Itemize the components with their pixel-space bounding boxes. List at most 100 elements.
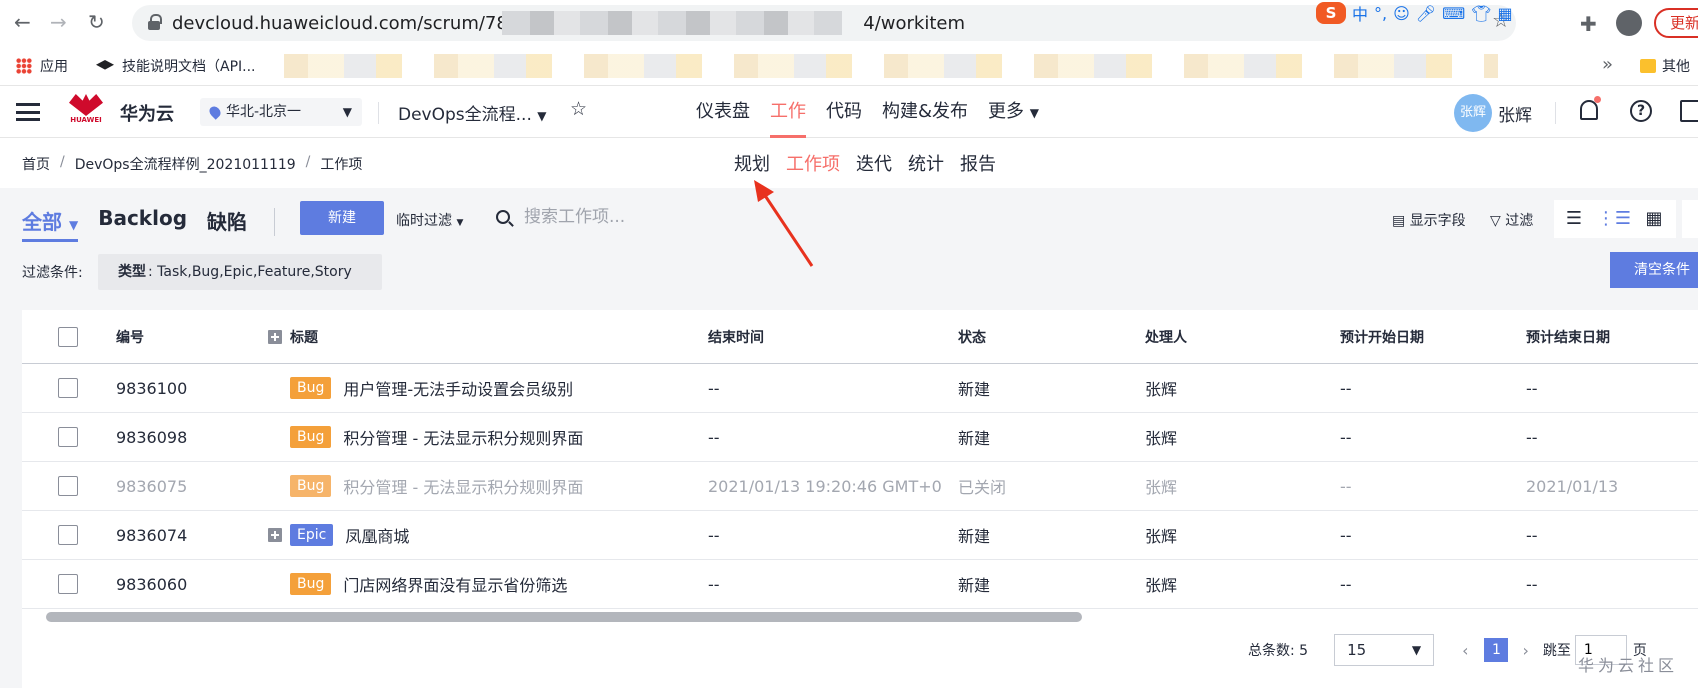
owner-name[interactable]: 张辉 xyxy=(1145,462,1177,510)
url-field[interactable]: devcloud.huaweicloud.com/scrum/780 4/work… xyxy=(132,5,1516,41)
nav-build-release[interactable]: 构建&发布 xyxy=(882,86,968,138)
tab-statistics[interactable]: 统计 xyxy=(908,150,944,176)
workitem-id[interactable]: 9836100 xyxy=(116,364,187,412)
workitem-id[interactable]: 9836098 xyxy=(116,413,187,461)
new-workitem-button[interactable]: 新建 xyxy=(300,201,384,235)
nav-dashboard[interactable]: 仪表盘 xyxy=(696,86,750,138)
status-text[interactable]: 新建 xyxy=(958,364,990,412)
tab-workitem[interactable]: 工作项 xyxy=(786,150,840,176)
column-owner[interactable]: 处理人 xyxy=(1145,310,1187,363)
tab-defects[interactable]: 缺陷 xyxy=(207,206,247,242)
tab-all[interactable]: 全部 ▼ xyxy=(22,206,79,242)
huawei-logo[interactable]: HUAWEI xyxy=(66,94,106,130)
profile-icon[interactable] xyxy=(1616,10,1642,36)
brand-name[interactable]: 华为云 xyxy=(120,100,174,126)
search-input[interactable] xyxy=(524,202,764,232)
prev-page-icon[interactable]: ‹ xyxy=(1462,641,1468,660)
bell-icon[interactable] xyxy=(1580,100,1598,120)
tab-planning[interactable]: 规划 xyxy=(734,150,770,176)
expand-icon[interactable] xyxy=(268,528,282,542)
hamburger-menu-icon[interactable] xyxy=(16,103,40,121)
filter-button[interactable]: ▽ 过滤 xyxy=(1490,210,1533,230)
row-checkbox[interactable] xyxy=(58,525,78,545)
nav-work[interactable]: 工作 xyxy=(770,86,806,138)
horizontal-scrollbar[interactable] xyxy=(46,612,1082,622)
row-checkbox[interactable] xyxy=(58,378,78,398)
page-size-select[interactable]: 15 ▼ xyxy=(1334,634,1435,666)
workitem-title[interactable]: 积分管理 - 无法显示积分规则界面 xyxy=(343,474,583,498)
extensions-puzzle-icon[interactable]: ✚ xyxy=(1580,12,1597,36)
workitem-title-cell[interactable]: Bug 门店网络界面没有显示省份筛选 xyxy=(268,560,567,608)
status-text[interactable]: 新建 xyxy=(958,560,990,608)
tree-view-icon[interactable]: ⋮☰ xyxy=(1594,200,1634,238)
owner-name[interactable]: 张辉 xyxy=(1145,364,1177,412)
keyboard-icon[interactable]: ⌨ xyxy=(1442,4,1465,23)
forward-icon[interactable]: → xyxy=(50,10,67,34)
filter-chip[interactable]: 类型: Task,Bug,Epic,Feature,Story xyxy=(98,254,382,290)
column-status[interactable]: 状态 xyxy=(958,310,986,363)
other-bookmarks[interactable]: 其他 xyxy=(1640,56,1690,76)
select-all-checkbox[interactable] xyxy=(58,326,78,347)
temp-filter-dropdown[interactable]: 临时过滤 ▼ xyxy=(396,210,463,230)
browser-update-button[interactable]: 更新 xyxy=(1654,8,1698,38)
owner-name[interactable]: 张辉 xyxy=(1145,511,1177,559)
console-icon[interactable] xyxy=(1680,100,1698,122)
bookmark-apps[interactable]: 应用 xyxy=(16,56,68,76)
workitem-id[interactable]: 9836075 xyxy=(116,462,187,510)
tab-iteration[interactable]: 迭代 xyxy=(856,150,892,176)
bookmark-doc[interactable]: 技能说明文档（API... xyxy=(96,56,256,76)
workitem-title-cell[interactable]: Epic 凤凰商城 xyxy=(268,511,409,559)
column-id[interactable]: 编号 xyxy=(116,310,144,363)
column-plan-end[interactable]: 预计结束日期 xyxy=(1526,310,1610,363)
favorite-star-icon[interactable]: ☆ xyxy=(570,98,587,120)
status-text[interactable]: 已关闭 xyxy=(958,462,1006,510)
avatar[interactable]: 张辉 xyxy=(1454,94,1492,132)
help-icon[interactable]: ? xyxy=(1630,100,1652,122)
card-view-icon[interactable]: ▦ xyxy=(1634,200,1674,238)
user-name[interactable]: 张辉 xyxy=(1498,101,1532,126)
tshirt-icon[interactable]: 👕︎ xyxy=(1471,4,1491,23)
page-1-button[interactable]: 1 xyxy=(1484,638,1509,662)
table-row[interactable]: 9836098 Bug 积分管理 - 无法显示积分规则界面 -- 新建 张辉 -- -- xyxy=(22,413,1698,462)
workitem-title[interactable]: 凤凰商城 xyxy=(345,523,409,547)
workitem-title[interactable]: 门店网络界面没有显示省份筛选 xyxy=(343,572,567,596)
row-checkbox[interactable] xyxy=(58,574,78,594)
region-selector[interactable]: 华北-北京一 ▼ xyxy=(200,98,362,126)
row-checkbox[interactable] xyxy=(58,476,78,496)
ime-label[interactable]: 中 xyxy=(1352,1,1368,25)
table-row[interactable]: 9836100 Bug 用户管理-无法手动设置会员级别 -- 新建 张辉 -- -- xyxy=(22,364,1698,413)
table-row[interactable]: 9836074 Epic 凤凰商城 -- 新建 张辉 -- -- xyxy=(22,511,1698,560)
reload-icon[interactable]: ↻ xyxy=(88,10,105,34)
project-selector[interactable]: DevOps全流程... ▼ xyxy=(398,100,547,125)
workitem-id[interactable]: 9836060 xyxy=(116,560,187,608)
table-row[interactable]: 9836075 Bug 积分管理 - 无法显示积分规则界面 2021/01/13 19… xyxy=(22,462,1698,511)
nav-more[interactable]: 更多 ▼ xyxy=(988,86,1039,138)
expand-all-icon[interactable] xyxy=(268,329,282,344)
workitem-title-cell[interactable]: Bug 积分管理 - 无法显示积分规则界面 xyxy=(268,413,583,461)
emoji-icon[interactable]: ☺ xyxy=(1393,4,1410,23)
mic-icon[interactable]: 🎤︎ xyxy=(1416,4,1436,23)
workitem-title-cell[interactable]: Bug 用户管理-无法手动设置会员级别 xyxy=(268,364,573,412)
display-fields-button[interactable]: ▤ 显示字段 xyxy=(1392,210,1466,230)
table-row[interactable]: 9836060 Bug 门店网络界面没有显示省份筛选 -- 新建 张辉 -- -- xyxy=(22,560,1698,609)
workitem-id[interactable]: 9836074 xyxy=(116,511,187,559)
owner-name[interactable]: 张辉 xyxy=(1145,560,1177,608)
column-plan-start[interactable]: 预计开始日期 xyxy=(1340,310,1424,363)
tab-report[interactable]: 报告 xyxy=(960,150,996,176)
nav-code[interactable]: 代码 xyxy=(826,86,862,138)
apps-grid-icon[interactable]: ▦ xyxy=(1498,4,1513,23)
row-checkbox[interactable] xyxy=(58,427,78,447)
column-title[interactable]: 标题 xyxy=(268,310,318,363)
clear-conditions-button[interactable]: 清空条件 xyxy=(1610,252,1698,288)
bookmarks-overflow-icon[interactable]: » xyxy=(1602,54,1613,75)
punctuation-icon[interactable]: °, xyxy=(1374,4,1387,23)
sogou-icon[interactable]: S xyxy=(1316,2,1346,24)
workitem-title[interactable]: 用户管理-无法手动设置会员级别 xyxy=(343,376,573,400)
next-page-icon[interactable]: › xyxy=(1522,641,1528,660)
column-end-time[interactable]: 结束时间 xyxy=(708,310,764,363)
owner-name[interactable]: 张辉 xyxy=(1145,413,1177,461)
list-view-icon[interactable]: ☰ xyxy=(1554,200,1594,238)
breadcrumb-project[interactable]: DevOps全流程样例_2021011119 xyxy=(75,154,296,174)
tab-backlog[interactable]: Backlog xyxy=(98,206,187,242)
status-text[interactable]: 新建 xyxy=(958,413,990,461)
